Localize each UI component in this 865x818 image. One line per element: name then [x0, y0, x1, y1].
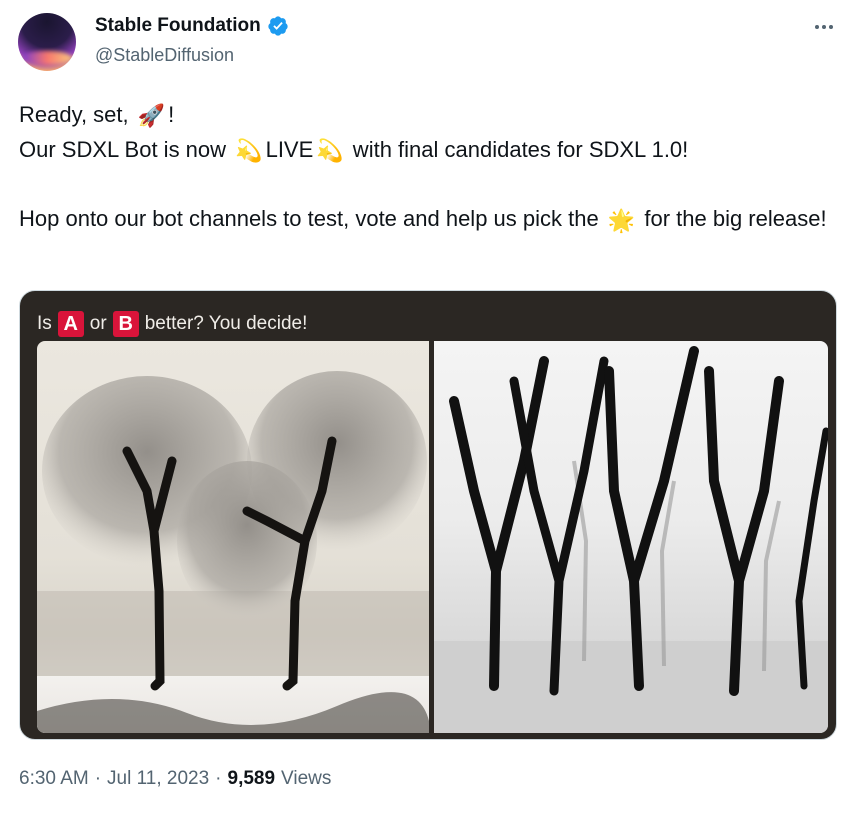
more-options-button[interactable]: [811, 18, 837, 36]
media-card[interactable]: Is A or B better? You decide!: [19, 290, 837, 740]
avatar[interactable]: [18, 13, 76, 71]
name-row: Stable Foundation: [95, 15, 289, 37]
banner-text: or: [89, 313, 107, 334]
separator: ·: [215, 768, 222, 789]
text-segment: !: [168, 102, 175, 127]
badge-b: B: [112, 311, 139, 337]
views-label: Views: [281, 768, 332, 789]
views-count: 9,589: [227, 768, 276, 789]
text-segment: Hop onto our bot channels to test, vote …: [19, 206, 605, 232]
verified-badge-icon: [268, 16, 288, 36]
image-a-willow-trees[interactable]: [37, 341, 429, 733]
dizzy-emoji-icon: 💫: [316, 138, 344, 164]
tweet-line-2: Our SDXL Bot is now 💫 LIVE 💫 with final ca…: [19, 133, 829, 168]
glowing-star-emoji-icon: 🌟: [607, 207, 636, 233]
tweet-time[interactable]: 6:30 AM: [19, 768, 89, 790]
display-name[interactable]: Stable Foundation: [95, 15, 261, 37]
more-dots-icon: [815, 25, 819, 29]
image-b-bare-trees[interactable]: [434, 341, 828, 733]
tweet-paragraph-2: Hop onto our bot channels to test, vote …: [19, 202, 829, 237]
banner-text: Is: [37, 313, 52, 334]
willow-trees-image: [37, 371, 429, 733]
dizzy-emoji-icon: 💫: [235, 138, 263, 164]
banner-text: better? You decide!: [144, 313, 308, 334]
tweet-text: Ready, set, 🚀! Our SDXL Bot is now 💫 LIVE…: [19, 98, 829, 238]
text-segment: for the big release!: [638, 206, 827, 232]
live-text: LIVE: [265, 137, 314, 163]
badge-a: A: [57, 311, 84, 337]
handle[interactable]: @StableDiffusion: [95, 45, 234, 66]
separator: ·: [94, 768, 102, 789]
media-banner: Is A or B better? You decide!: [37, 311, 307, 337]
tweet-card: Stable Foundation @StableDiffusion Ready…: [0, 0, 865, 818]
text-segment: Our SDXL Bot is now: [19, 137, 233, 163]
rocket-emoji-icon: 🚀: [137, 103, 166, 129]
text-segment: Ready, set,: [19, 102, 135, 127]
tweet-line-1: Ready, set, 🚀!: [19, 98, 829, 133]
text-segment: with final candidates for SDXL 1.0!: [346, 137, 689, 163]
tweet-footer: 6:30 AM · Jul 11, 2023 · 9,589 Views: [19, 768, 331, 790]
tweet-date[interactable]: Jul 11, 2023: [107, 768, 209, 790]
bare-trees-fog-image: [434, 346, 828, 733]
